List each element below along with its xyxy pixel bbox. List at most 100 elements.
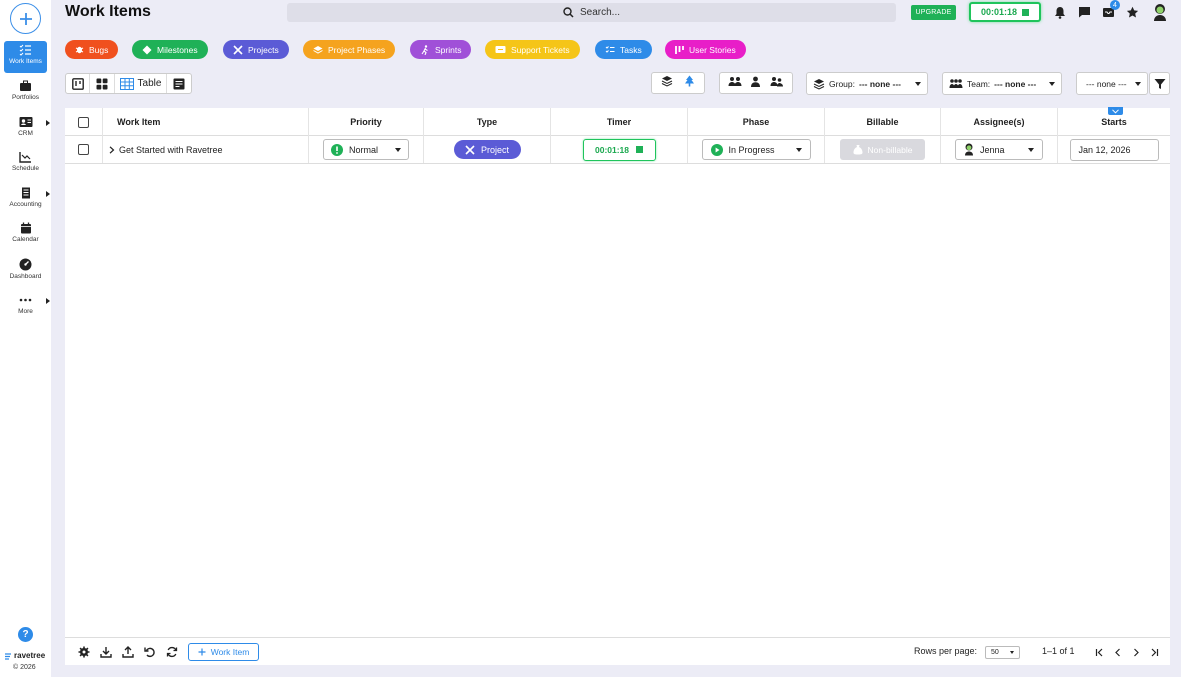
- sidebar-item-calendar[interactable]: Calendar: [4, 219, 47, 251]
- chip-milestones[interactable]: Milestones: [132, 40, 208, 59]
- global-timer[interactable]: 00:01:18: [969, 2, 1041, 22]
- team-dropdown[interactable]: Team: --- none ---: [942, 72, 1062, 95]
- starts-cell: Jan 12, 2026: [1058, 136, 1170, 163]
- download-button[interactable]: [99, 645, 113, 659]
- sidebar-item-accounting[interactable]: Accounting: [4, 184, 50, 216]
- sidebar-item-crm[interactable]: CRM: [4, 113, 50, 145]
- money-bag-icon: [853, 145, 863, 155]
- work-item-title[interactable]: Get Started with Ravetree: [119, 145, 223, 155]
- others-filter-button[interactable]: [770, 74, 784, 92]
- chevron-down-icon: [915, 81, 921, 86]
- chip-tasks[interactable]: Tasks: [595, 40, 652, 59]
- first-page-button[interactable]: [1094, 646, 1106, 658]
- chip-support-tickets[interactable]: Support Tickets: [485, 40, 580, 59]
- user-avatar[interactable]: [1151, 2, 1169, 22]
- sidebar-item-portfolios[interactable]: Portfolios: [4, 77, 47, 109]
- next-page-button[interactable]: [1130, 646, 1142, 658]
- grid-view-button[interactable]: [90, 74, 115, 93]
- me-filter-button[interactable]: [750, 74, 761, 92]
- column-header-starts[interactable]: Starts: [1058, 108, 1170, 136]
- priority-cell: Normal: [309, 136, 424, 163]
- inbox-button[interactable]: 4: [1101, 0, 1120, 19]
- type-badge[interactable]: Project: [453, 140, 521, 159]
- billable-toggle[interactable]: Non-billable: [840, 139, 925, 160]
- last-page-icon: [1151, 648, 1159, 656]
- column-header-billable[interactable]: Billable: [825, 108, 941, 136]
- table-view-button[interactable]: Table: [115, 74, 167, 93]
- chevron-down-icon: [1135, 81, 1141, 86]
- group-by-dropdown[interactable]: Group: --- none ---: [806, 72, 928, 95]
- sidebar-item-schedule[interactable]: Schedule: [4, 148, 47, 180]
- chip-projects[interactable]: Projects: [223, 40, 289, 59]
- chip-bugs[interactable]: Bugs: [65, 40, 119, 59]
- work-items-table: Work Item Priority Type Timer Phase Bill…: [65, 107, 1170, 665]
- priority-dropdown[interactable]: Normal: [323, 139, 409, 160]
- upgrade-button[interactable]: UPGRADE: [911, 5, 956, 20]
- column-header-assignees[interactable]: Assignee(s): [941, 108, 1058, 136]
- filter-button[interactable]: [1149, 72, 1170, 95]
- hierarchy-toggle: [651, 72, 705, 94]
- filter-dropdown[interactable]: --- none ---: [1076, 72, 1148, 95]
- sidebar-item-label: Calendar: [12, 236, 39, 243]
- chip-user-stories[interactable]: User Stories: [665, 40, 746, 59]
- contact-card-icon: [19, 117, 32, 127]
- last-page-button[interactable]: [1148, 646, 1160, 658]
- sidebar-item-more[interactable]: More: [4, 291, 50, 323]
- filter-value: --- none ---: [1086, 78, 1127, 89]
- start-date-input[interactable]: Jan 12, 2026: [1069, 138, 1159, 161]
- chip-project-phases[interactable]: Project Phases: [303, 40, 396, 59]
- expand-chevron-icon[interactable]: [109, 145, 115, 154]
- chip-sprints[interactable]: Sprints: [410, 40, 472, 59]
- list-view-button[interactable]: [167, 74, 191, 93]
- refresh-button[interactable]: [165, 645, 179, 659]
- kanban-view-button[interactable]: [66, 74, 90, 93]
- help-button[interactable]: ?: [18, 627, 33, 642]
- table-row[interactable]: Get Started with Ravetree Normal Project…: [65, 136, 1170, 164]
- select-all-checkbox[interactable]: [78, 116, 89, 128]
- plus-icon: [198, 648, 206, 656]
- sidebar-item-work-items[interactable]: Work Items: [4, 41, 47, 73]
- work-item-cell: Get Started with Ravetree: [103, 136, 309, 163]
- stop-icon[interactable]: [1022, 8, 1030, 16]
- group-label: Group:: [829, 78, 855, 89]
- rows-per-page-select[interactable]: 50: [985, 646, 1020, 659]
- stop-icon[interactable]: [636, 146, 644, 153]
- add-work-item-label: Work Item: [210, 647, 250, 657]
- team-filter-button[interactable]: [728, 74, 742, 92]
- notifications-button[interactable]: [1053, 5, 1067, 19]
- column-header-phase[interactable]: Phase: [688, 108, 825, 136]
- team-icon: [728, 77, 742, 86]
- billable-cell: Non-billable: [825, 136, 941, 163]
- pagination-range: 1–1 of 1: [1042, 646, 1075, 656]
- flat-view-button[interactable]: [661, 74, 673, 92]
- column-header-type[interactable]: Type: [424, 108, 551, 136]
- sidebar-item-dashboard[interactable]: Dashboard: [4, 255, 47, 287]
- tree-view-button[interactable]: [684, 74, 695, 92]
- column-header-priority[interactable]: Priority: [309, 108, 424, 136]
- phase-dropdown[interactable]: In Progress: [701, 139, 811, 160]
- add-work-item-button[interactable]: Work Item: [188, 643, 259, 661]
- page-title: Work Items: [65, 3, 151, 20]
- plus-icon: [19, 12, 32, 25]
- settings-button[interactable]: [77, 645, 91, 659]
- table-footer: Work Item Rows per page: 50 1–1 of 1: [65, 637, 1170, 665]
- row-select: [65, 136, 103, 163]
- table-icon: [119, 77, 134, 90]
- assignee-name: Jenna: [980, 144, 1005, 155]
- search-input[interactable]: Search...: [287, 3, 896, 22]
- column-header-work-item[interactable]: Work Item: [103, 108, 309, 136]
- assignee-dropdown[interactable]: Jenna: [955, 139, 1043, 160]
- column-header-timer[interactable]: Timer: [551, 108, 688, 136]
- undo-button[interactable]: [143, 645, 157, 659]
- row-checkbox[interactable]: [78, 144, 89, 155]
- chip-label: Milestones: [157, 44, 198, 55]
- messages-button[interactable]: [1077, 5, 1091, 19]
- favorites-button[interactable]: [1125, 5, 1139, 19]
- bug-icon: [75, 46, 84, 54]
- upload-button[interactable]: [121, 645, 135, 659]
- prev-page-button[interactable]: [1112, 646, 1124, 658]
- add-button[interactable]: [10, 3, 41, 34]
- ellipsis-icon: [19, 298, 32, 302]
- row-timer[interactable]: 00:01:18: [582, 138, 656, 161]
- tools-icon: [465, 144, 475, 155]
